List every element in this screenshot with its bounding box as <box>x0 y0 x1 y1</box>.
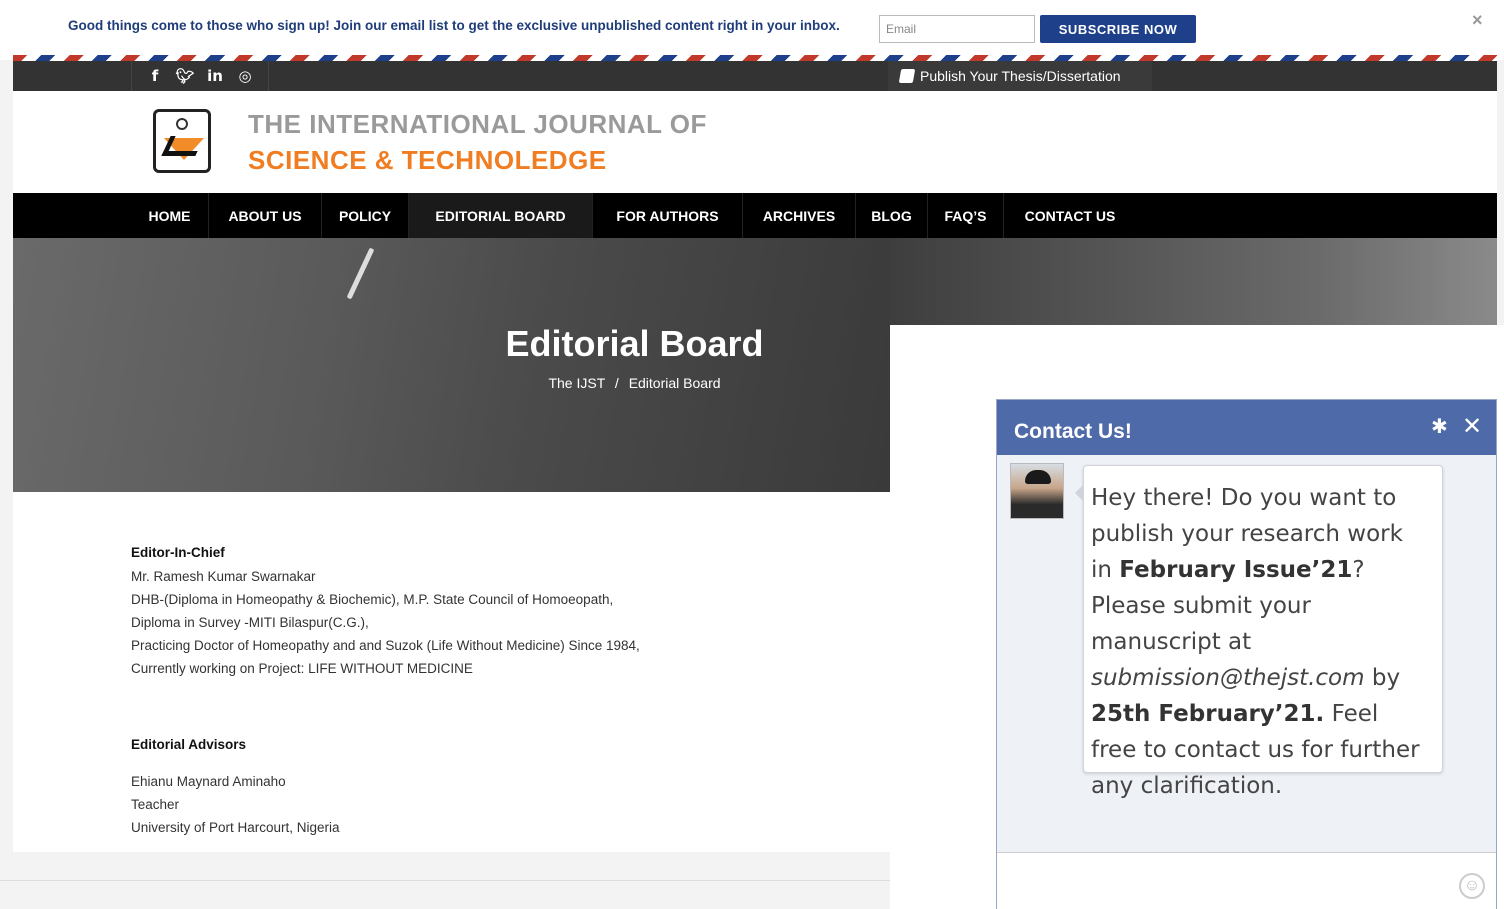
editorial-content: Editor-In-Chief Mr. Ramesh Kumar Swarnak… <box>13 492 890 852</box>
nav-policy[interactable]: POLICY <box>322 193 409 238</box>
eic-heading: Editor-In-Chief <box>131 545 225 560</box>
linkedin-icon[interactable]: in <box>200 67 230 85</box>
twitter-icon[interactable]: 🐦︎ <box>170 67 200 85</box>
chat-message: Hey there! Do you want to publish your r… <box>1075 465 1443 799</box>
nav-home[interactable]: HOME <box>131 193 209 238</box>
facebook-icon[interactable]: f <box>140 67 170 85</box>
eic-line: Practicing Doctor of Homeopathy and and … <box>131 638 640 653</box>
submission-email: submission@thejst.com <box>1091 665 1365 691</box>
publish-thesis-label: Publish Your Thesis/Dissertation <box>920 68 1121 84</box>
top-strip: f 🐦︎ in ◎ Publish Your Thesis/Dissertati… <box>13 61 1497 91</box>
eic-line: Diploma in Survey -MITI Bilaspur(C.G.), <box>131 615 369 630</box>
logo-title-line1[interactable]: THE INTERNATIONAL JOURNAL OF <box>248 109 707 140</box>
nav-contact-us[interactable]: CONTACT US <box>1004 193 1136 238</box>
globe-icon <box>176 118 188 130</box>
chat-title: Contact Us! <box>1014 420 1132 443</box>
site-header: THE INTERNATIONAL JOURNAL OF SCIENCE & T… <box>13 91 1497 193</box>
chat-input[interactable]: ☺ <box>997 852 1496 909</box>
main-nav: HOME ABOUT US POLICY EDITORIAL BOARD FOR… <box>13 193 1497 238</box>
social-links: f 🐦︎ in ◎ <box>131 61 269 91</box>
chat-body: Hey there! Do you want to publish your r… <box>997 455 1496 852</box>
advisor-line: University of Port Harcourt, Nigeria <box>131 820 340 835</box>
journal-logo-icon[interactable] <box>153 109 211 173</box>
breadcrumb-current: Editorial Board <box>628 375 721 391</box>
advisor-line: Teacher <box>131 797 180 812</box>
subscribe-message: Good things come to those who sign up! J… <box>68 18 840 33</box>
eic-name: Mr. Ramesh Kumar Swarnakar <box>131 569 316 584</box>
breadcrumb-home[interactable]: The IJST <box>548 375 605 391</box>
agent-avatar <box>1010 463 1064 519</box>
breadcrumb: The IJST / Editorial Board <box>13 375 890 391</box>
page-title: Editorial Board <box>505 323 764 364</box>
breadcrumb-separator: / <box>614 375 619 391</box>
book-icon <box>898 69 916 83</box>
eic-line: Currently working on Project: LIFE WITHO… <box>131 661 473 676</box>
chat-header[interactable]: Contact Us! ✱ ✕ <box>997 400 1496 455</box>
nav-about-us[interactable]: ABOUT US <box>209 193 322 238</box>
close-icon[interactable]: ✕ <box>1462 412 1482 441</box>
subscribe-button[interactable]: SUBSCRIBE NOW <box>1040 15 1196 43</box>
divider <box>0 880 890 881</box>
pen-image <box>346 247 375 300</box>
subscribe-bar: Good things come to those who sign up! J… <box>0 0 1504 60</box>
hero-background-right <box>890 238 1497 325</box>
nav-for-authors[interactable]: FOR AUTHORS <box>593 193 743 238</box>
issue-name: February Issue’21 <box>1119 557 1353 583</box>
hero-banner: Editorial Board The IJST / Editorial Boa… <box>13 238 890 492</box>
nav-faqs[interactable]: FAQ’S <box>928 193 1004 238</box>
nav-blog[interactable]: BLOG <box>856 193 928 238</box>
advisor-name: Ehianu Maynard Aminaho <box>131 774 286 789</box>
email-field[interactable] <box>879 15 1035 43</box>
advisors-heading: Editorial Advisors <box>131 737 247 752</box>
avatar-hair <box>1025 470 1051 484</box>
logo-title-line2[interactable]: SCIENCE & TECHNOLEDGE <box>248 145 607 176</box>
message-text: by <box>1364 665 1401 691</box>
eic-line: DHB-(Diploma in Homeopathy & Biochemic),… <box>131 592 614 607</box>
gear-icon[interactable]: ✱ <box>1431 414 1448 439</box>
instagram-icon[interactable]: ◎ <box>230 67 260 85</box>
contact-chat-widget: Contact Us! ✱ ✕ Hey there! Do you want t… <box>996 399 1497 909</box>
smiley-icon[interactable]: ☺ <box>1459 873 1485 899</box>
publish-thesis-link[interactable]: Publish Your Thesis/Dissertation <box>888 61 1152 91</box>
nav-editorial-board[interactable]: EDITORIAL BOARD <box>409 193 593 238</box>
deadline-date: 25th February’21. <box>1091 701 1325 727</box>
nav-archives[interactable]: ARCHIVES <box>743 193 856 238</box>
close-icon[interactable]: × <box>1472 10 1483 31</box>
